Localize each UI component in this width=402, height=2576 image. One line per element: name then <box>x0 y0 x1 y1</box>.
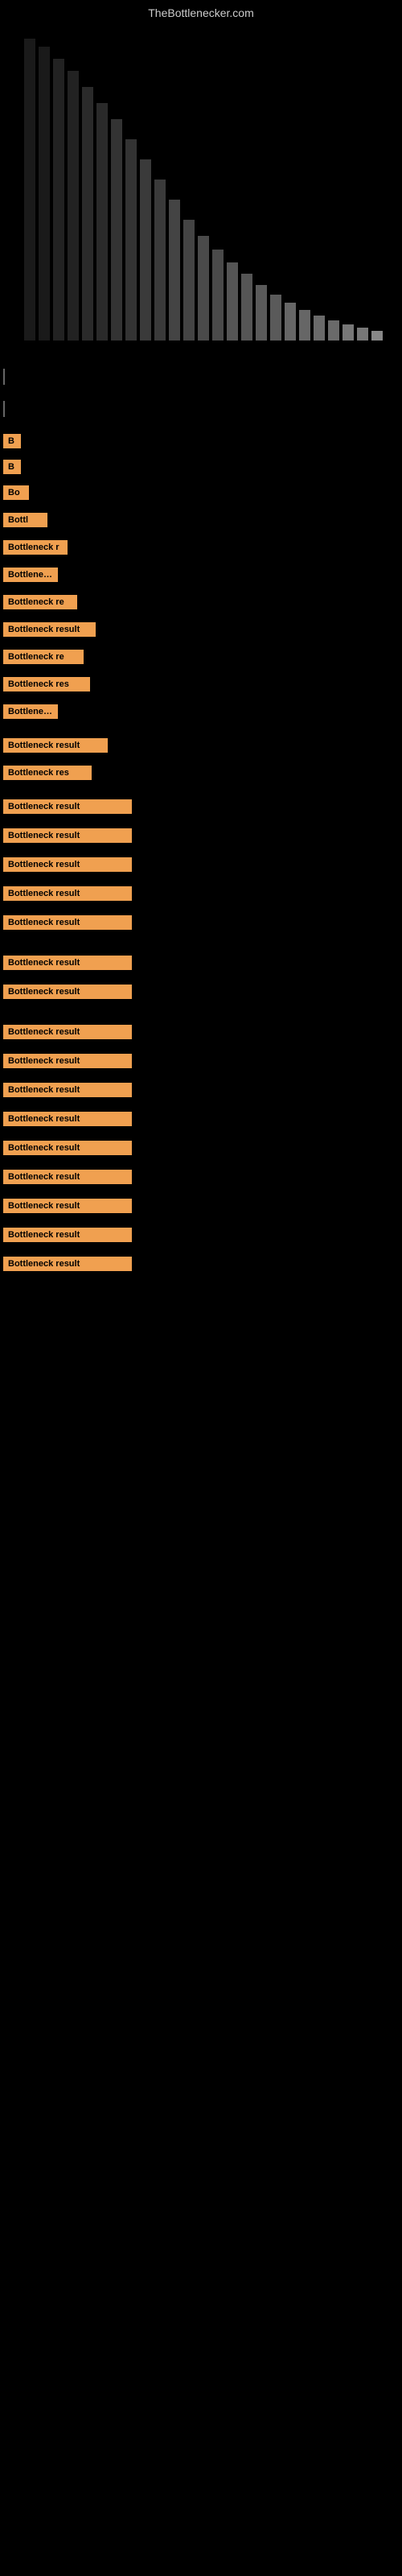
bottleneck-result-label: Bottleneck re <box>3 595 77 609</box>
result-row: Bottleneck result <box>0 1021 402 1043</box>
bottleneck-result-label: Bottleneck result <box>3 1141 132 1155</box>
bottleneck-result-label: Bottleneck result <box>3 1083 132 1097</box>
left-border-line-2 <box>3 401 5 417</box>
bottleneck-result-label: Bottl <box>3 513 47 527</box>
bottleneck-result-label: Bottleneck result <box>3 985 132 999</box>
result-row: Bottleneck result <box>0 824 402 847</box>
bottleneck-result-label: Bottleneck result <box>3 828 132 843</box>
bottleneck-result-label: Bottleneck result <box>3 857 132 872</box>
result-row: Bottleneck result <box>0 980 402 1003</box>
bottleneck-result-label: Bottleneck result <box>3 1170 132 1184</box>
result-row: Bottleneck result <box>0 1050 402 1072</box>
bottleneck-result-label: Bottleneck res <box>3 766 92 780</box>
result-row: Bottleneck result <box>0 853 402 876</box>
result-row: Bottleneck res <box>0 673 402 696</box>
bottleneck-result-label: Bottleneck result <box>3 1112 132 1126</box>
bar-chart-area <box>0 23 402 369</box>
result-row: Bottleneck result <box>0 1137 402 1159</box>
bottleneck-result-label: Bottleneck result <box>3 956 132 970</box>
result-row: Bottl <box>0 509 402 531</box>
bottleneck-result-label: Bottleneck <box>3 568 58 582</box>
results-section: B B Bo Bottl Bottleneck r Bottleneck Bot… <box>0 422 402 1290</box>
bottleneck-result-label: Bottleneck <box>3 704 58 719</box>
bottleneck-result-label: Bottleneck result <box>3 1257 132 1271</box>
result-row: Bottleneck result <box>0 1108 402 1130</box>
result-row: Bottleneck result <box>0 1253 402 1275</box>
result-row: Bottleneck result <box>0 911 402 934</box>
bottleneck-result-label: Bottleneck r <box>3 540 68 555</box>
bar-chart-svg <box>16 23 386 345</box>
bottleneck-result-label: Bottleneck re <box>3 650 84 664</box>
result-row: Bottleneck result <box>0 952 402 974</box>
result-row: B <box>0 456 402 478</box>
bottleneck-result-label: Bottleneck result <box>3 799 132 814</box>
result-row: Bo <box>0 481 402 504</box>
result-row: Bottleneck r <box>0 536 402 559</box>
bottleneck-result-label: Bottleneck result <box>3 622 96 637</box>
site-title: TheBottlenecker.com <box>0 0 402 23</box>
result-row: Bottleneck result <box>0 882 402 905</box>
bottleneck-result-label: B <box>3 434 21 448</box>
result-row: Bottleneck result <box>0 1195 402 1217</box>
bottleneck-result-label: Bottleneck result <box>3 915 132 930</box>
result-row: Bottleneck result <box>0 734 402 757</box>
left-border-line-1 <box>3 369 5 385</box>
bottleneck-result-label: Bottleneck result <box>3 738 108 753</box>
result-row: Bottleneck re <box>0 591 402 613</box>
site-header: TheBottlenecker.com <box>0 0 402 23</box>
result-row: Bottleneck result <box>0 795 402 818</box>
bottleneck-result-label: Bo <box>3 485 29 500</box>
page-container: TheBottlenecker.com <box>0 0 402 1290</box>
result-row: Bottleneck result <box>0 618 402 641</box>
bottleneck-result-label: Bottleneck result <box>3 1228 132 1242</box>
bottleneck-result-label: Bottleneck result <box>3 1199 132 1213</box>
bottleneck-result-label: Bottleneck res <box>3 677 90 691</box>
result-row: Bottleneck <box>0 564 402 586</box>
result-row: Bottleneck re <box>0 646 402 668</box>
bottleneck-result-label: Bottleneck result <box>3 1025 132 1039</box>
result-row: Bottleneck result <box>0 1224 402 1246</box>
result-row: Bottleneck result <box>0 1166 402 1188</box>
result-row: Bottleneck res <box>0 762 402 784</box>
result-row: Bottleneck <box>0 700 402 723</box>
result-row: Bottleneck result <box>0 1079 402 1101</box>
bottleneck-result-label: Bottleneck result <box>3 1054 132 1068</box>
bottleneck-result-label: Bottleneck result <box>3 886 132 901</box>
result-row: B <box>0 430 402 452</box>
bottleneck-result-label: B <box>3 460 21 474</box>
